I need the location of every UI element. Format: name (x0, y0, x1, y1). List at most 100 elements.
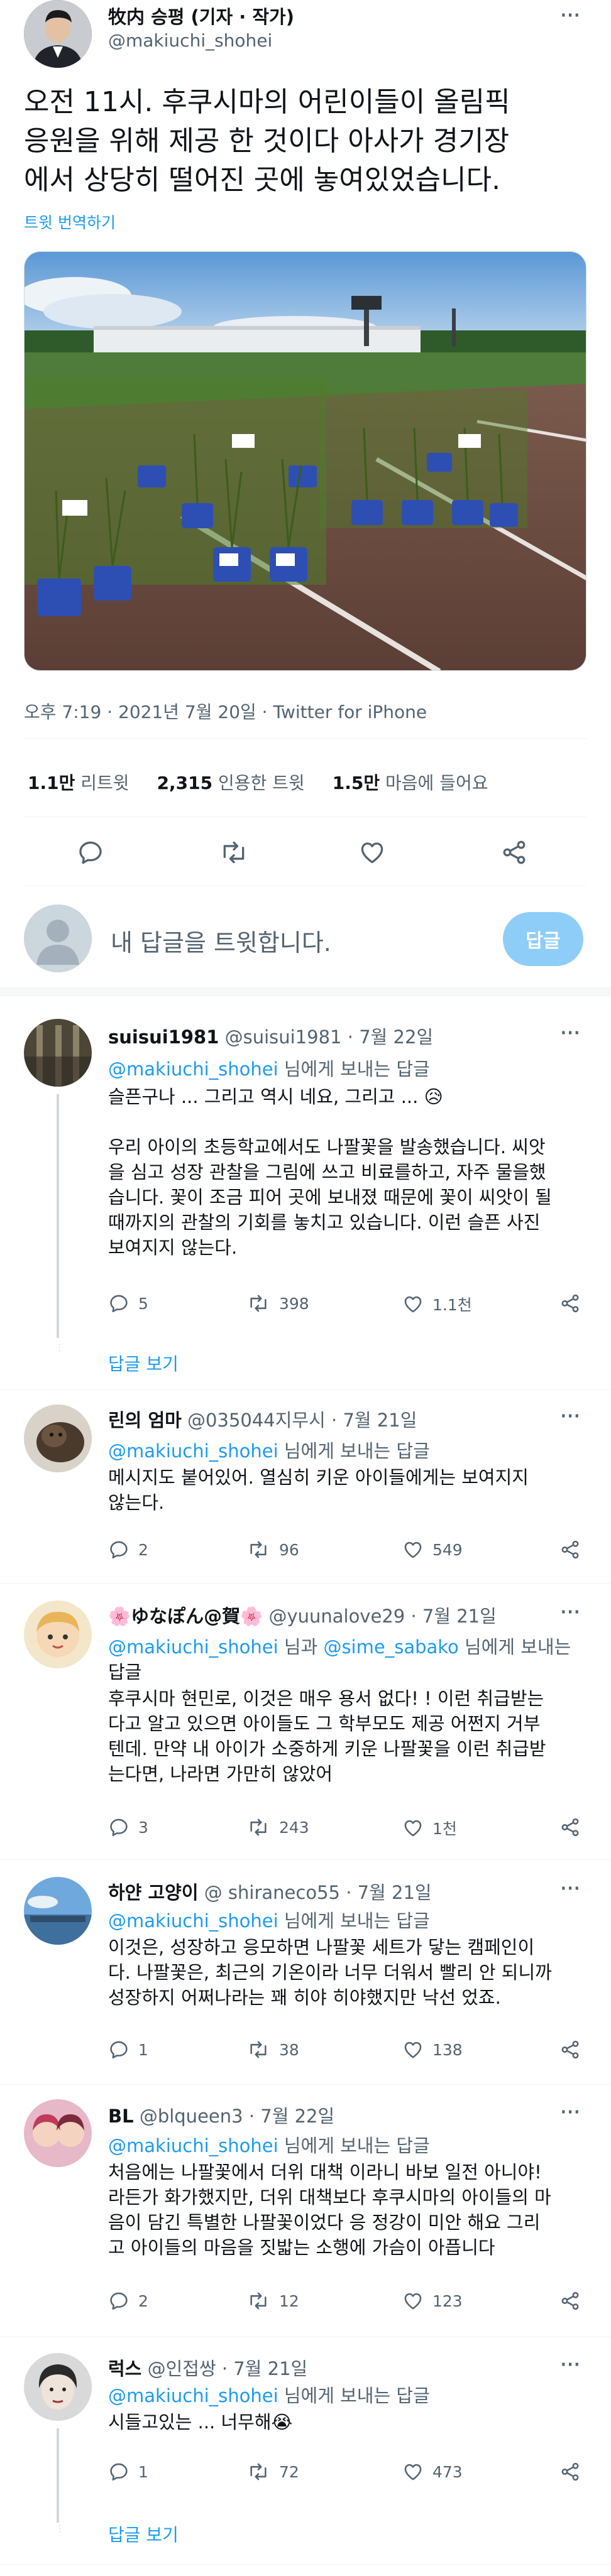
like-action[interactable]: 138 (402, 2039, 463, 2060)
reply-icon (110, 1295, 128, 1313)
reply-author-handle[interactable]: @blqueen3 (140, 2106, 243, 2127)
reply-icon (110, 2463, 128, 2481)
author-name[interactable]: 牧内 승평 (기자 · 작가) (108, 3, 294, 29)
reply-action[interactable]: 5 (108, 1293, 148, 1314)
quote-stat[interactable]: 2,315 인용한 트윗 (157, 769, 305, 795)
like-action[interactable]: 473 (402, 2461, 463, 2482)
reply-header: suisui1981 @suisui1981 · 7월 22일 (108, 1023, 433, 1049)
reply-input[interactable]: 내 답글을 트윗합니다. (111, 923, 331, 958)
share-icon (561, 2291, 579, 2310)
reply-author-name[interactable]: 린의 엄마 (108, 1410, 182, 1431)
mention-link[interactable]: @makiuchi_shohei (108, 2385, 278, 2406)
retweet-stat[interactable]: 1.1만 리트윗 (28, 769, 129, 795)
reply-text: 우리 아이의 초등학교에서도 나팔꽃을 발송했습니다. 씨앗 을 심고 성장 관… (108, 1134, 552, 1260)
reply-author-handle[interactable]: @yuunalove29 (268, 1606, 405, 1627)
share-action[interactable] (559, 1293, 581, 1314)
reply-action[interactable]: 1 (108, 2461, 148, 2482)
retweet-action[interactable]: 243 (246, 1817, 309, 1838)
like-action[interactable]: 549 (402, 1539, 463, 1560)
retweet-action[interactable]: 38 (246, 2039, 299, 2060)
reply-text-line: 성장하지 어쩌나라는 꽤 히야 히야했지만 낙선 었죠. (108, 1987, 501, 2008)
show-replies-link[interactable]: 답글 보기 (108, 2521, 179, 2546)
like-icon (404, 1296, 422, 1313)
mention-link[interactable]: @makiuchi_shohei (108, 2135, 278, 2156)
reply-author-name[interactable]: 🌸ゆなぽん@賀🌸 (108, 1606, 263, 1627)
reply-icon[interactable] (77, 839, 104, 866)
share-icon[interactable] (500, 839, 528, 866)
share-action[interactable] (559, 1817, 581, 1838)
share-action[interactable] (559, 1539, 581, 1560)
reply-date[interactable]: · 7월 21일 (331, 1410, 417, 1431)
retweet-action[interactable]: 12 (246, 2290, 299, 2312)
reply-avatar[interactable] (24, 1019, 92, 1087)
retweet-action[interactable]: 72 (246, 2461, 299, 2482)
reply-avatar[interactable] (24, 2099, 92, 2167)
share-action[interactable] (559, 2290, 581, 2312)
retweet-action[interactable]: 398 (246, 1293, 309, 1314)
reply-author-handle[interactable]: @035044지무시 (187, 1410, 326, 1431)
show-replies-link[interactable]: 답글 보기 (108, 1350, 179, 1376)
tweet-timestamp[interactable]: 오후 7:19 · 2021년 7월 20일 · Twitter for iPh… (24, 698, 427, 724)
reply-action[interactable]: 3 (108, 1817, 148, 1838)
reply-date[interactable]: · 7월 22일 (249, 2106, 334, 2127)
retweet-icon (250, 1541, 267, 1558)
mention-link[interactable]: @makiuchi_shohei (108, 1058, 278, 1080)
reply-text-line: 라든가 화가했지만, 더위 대책보다 후쿠시마의 아이들의 마 (108, 2187, 551, 2208)
like-action[interactable]: 123 (402, 2290, 463, 2312)
retweet-icon[interactable] (219, 839, 249, 866)
more-options-icon[interactable]: ··· (559, 1600, 581, 1625)
more-options-icon[interactable]: ··· (559, 1876, 581, 1901)
reply-date[interactable]: · 7월 22일 (348, 1026, 433, 1048)
mention-link[interactable]: @makiuchi_shohei (108, 1910, 278, 1932)
like-action[interactable]: 1천 (402, 1817, 457, 1839)
share-action[interactable] (559, 2461, 581, 2482)
more-options-icon[interactable]: ··· (559, 1021, 581, 1046)
reply-button[interactable]: 답글 (503, 912, 583, 966)
reply-header: 하얀 고양이 @ shiraneco55 · 7월 21일 (108, 1878, 432, 1905)
retweet-action[interactable]: 96 (246, 1539, 299, 1560)
like-count: 1.5만 (332, 773, 380, 793)
translate-tweet-link[interactable]: 트윗 번역하기 (24, 210, 116, 233)
mention-link[interactable]: @sime_sabako (323, 1636, 458, 1658)
replying-to-label: 님에게 보내는 답글 (278, 1058, 430, 1080)
reply-author-name[interactable]: suisui1981 (108, 1026, 219, 1048)
tweet-photo[interactable] (24, 251, 586, 671)
reply-author-name[interactable]: BL (108, 2106, 134, 2127)
reply-author-name[interactable]: 럭스 (108, 2358, 141, 2379)
reply-avatar[interactable] (24, 1405, 92, 1472)
reply-author-handle[interactable]: @인접쌍 (148, 2358, 216, 2379)
reply-avatar[interactable] (24, 1877, 92, 1945)
reply-date[interactable]: · 7월 21일 (410, 1606, 496, 1627)
mention-link[interactable]: @makiuchi_shohei (108, 1636, 278, 1658)
reply-action[interactable]: 2 (108, 2290, 148, 2312)
reply-action[interactable]: 2 (108, 1539, 148, 1560)
retweet-count: 38 (279, 2040, 299, 2059)
reply-action[interactable]: 1 (108, 2039, 148, 2060)
my-avatar[interactable] (24, 905, 92, 972)
more-options-icon[interactable]: ··· (559, 1404, 581, 1429)
reply-icon (110, 1818, 128, 1837)
replying-to-label: 님에게 보내는 답글 (278, 1910, 430, 1932)
reply-author-handle[interactable]: @suisui1981 (225, 1026, 342, 1048)
reply-avatar[interactable] (24, 2353, 92, 2421)
like-count: 1천 (432, 1820, 457, 1838)
author-avatar[interactable] (24, 0, 92, 68)
like-stat[interactable]: 1.5만 마음에 들어요 (333, 769, 488, 795)
mention-link[interactable]: @makiuchi_shohei (108, 1440, 278, 1462)
reply-text-line: 습니다. 꽃이 조금 피어 곳에 보내졌 때문에 꽃이 씨앗이 될 (108, 1187, 552, 1208)
like-icon[interactable] (358, 839, 386, 866)
more-options-icon[interactable]: ··· (559, 2100, 581, 2125)
reply-date[interactable]: · 7월 21일 (222, 2358, 307, 2379)
share-action[interactable] (559, 2039, 581, 2060)
reply-icon (110, 1541, 128, 1559)
reply-author-name[interactable]: 하얀 고양이 (108, 1882, 199, 1903)
reply-text-line: 음이 담긴 특별한 나팔꽃이었다 응 정강이 미안 해요 그리 (108, 2212, 541, 2233)
author-handle[interactable]: @makiuchi_shohei (108, 30, 272, 51)
reply-date[interactable]: · 7월 21일 (346, 1882, 431, 1903)
more-options-icon[interactable]: ··· (559, 2352, 581, 2378)
like-action[interactable]: 1.1천 (402, 1293, 472, 1315)
replying-to-label: 님에게 보내는 (458, 1636, 571, 1658)
reply-avatar[interactable] (24, 1600, 92, 1668)
reply-author-handle[interactable]: @ shiraneco55 (204, 1882, 340, 1903)
more-options-icon[interactable]: ··· (559, 3, 581, 28)
